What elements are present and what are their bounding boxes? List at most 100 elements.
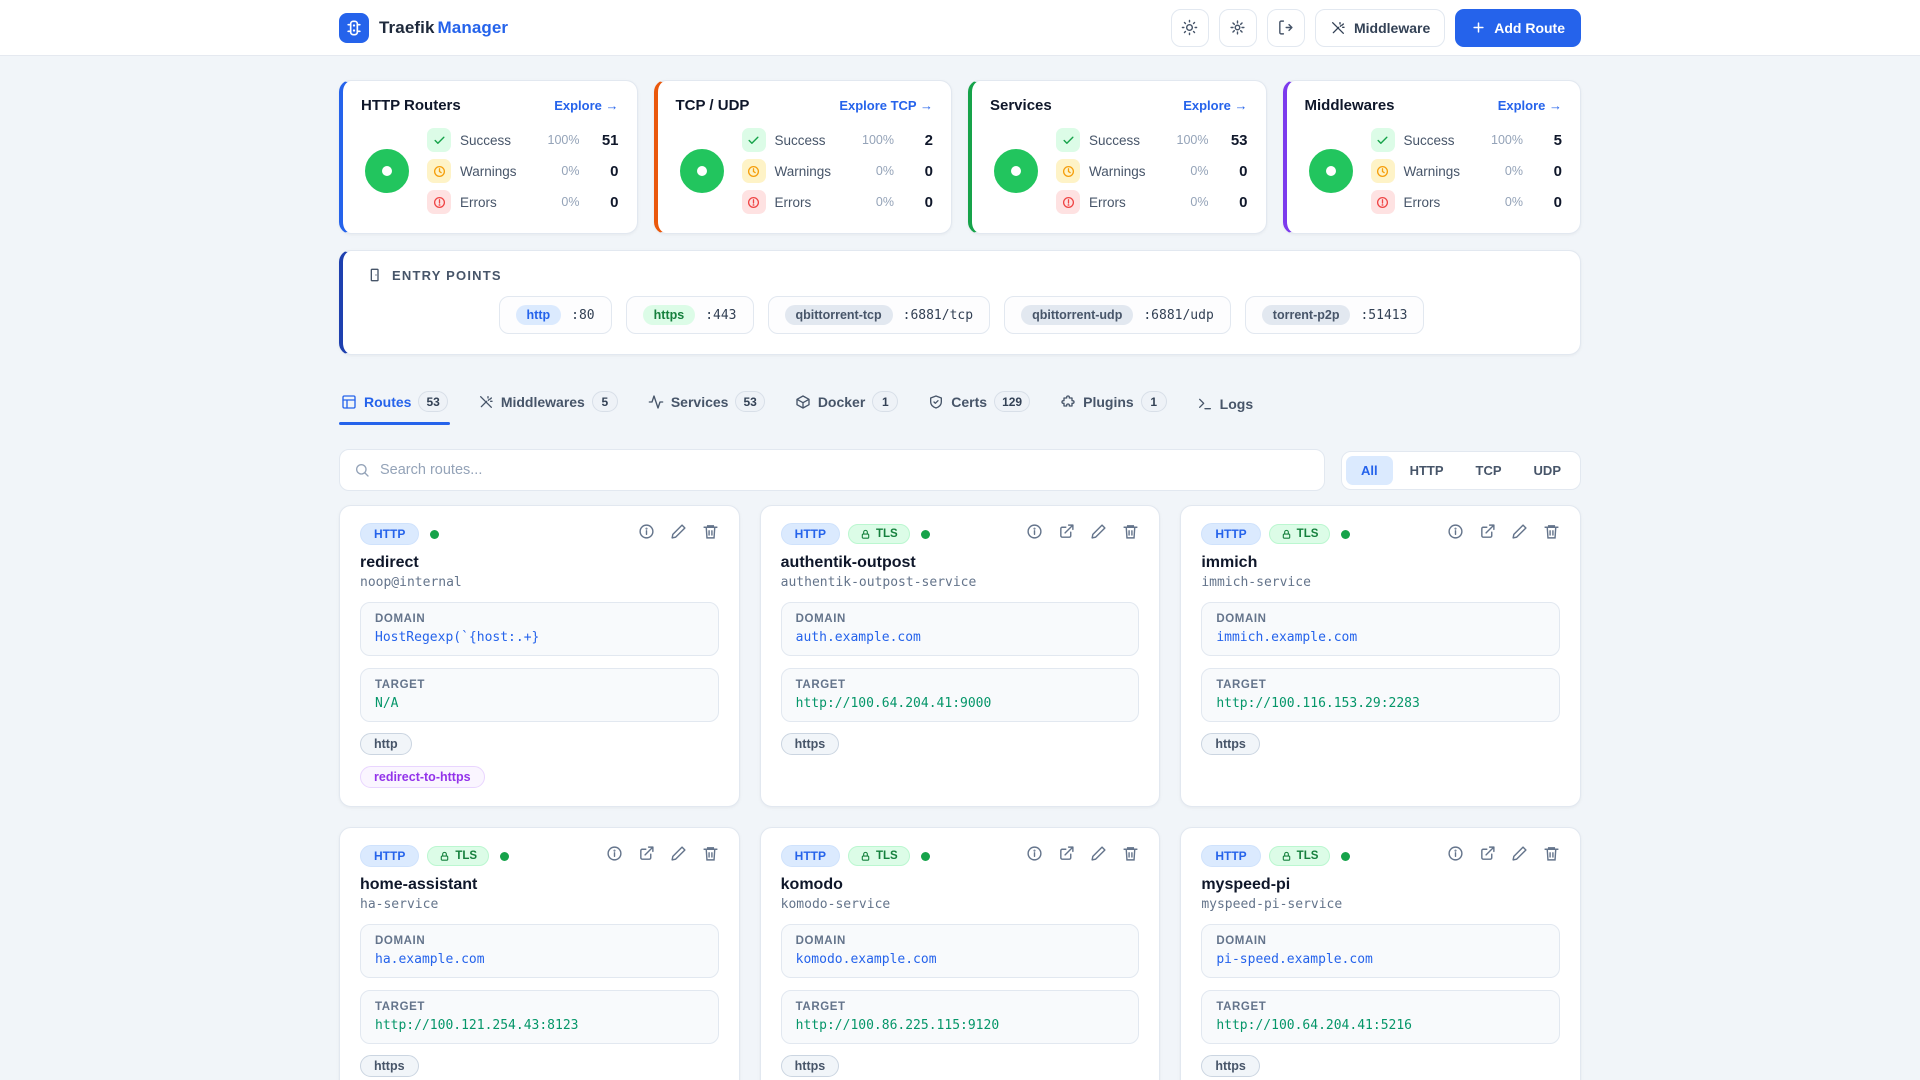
entrypoint-name: qbittorrent-udp [1021,305,1134,325]
edit-button[interactable] [670,523,687,540]
entrypoint-name: http [515,305,562,325]
tab-routes[interactable]: Routes 53 [339,387,450,425]
theme-toggle-button[interactable] [1170,8,1209,47]
edit-button[interactable] [1090,523,1107,540]
info-button[interactable] [606,845,623,862]
info-button[interactable] [1026,845,1043,862]
tab-label: Routes [364,393,412,410]
add-route-button[interactable]: Add Route [1455,8,1581,47]
edit-button[interactable] [1090,845,1107,862]
delete-button[interactable] [1122,845,1139,862]
target-value: http://100.86.225.115:9120 [795,1018,1000,1033]
export-button[interactable] [1266,8,1305,47]
info-button[interactable] [1447,845,1464,862]
success-donut-gauge [1308,149,1353,193]
target-label: TARGET [1216,1001,1267,1013]
domain-label: DOMAIN [375,935,426,947]
target-box: TARGET http://100.64.204.41:9000 [780,668,1140,722]
open-external-button[interactable] [1479,845,1496,862]
delete-button[interactable] [1543,845,1560,862]
entrypoint-tag: https [360,1055,419,1077]
stat-label: Errors [1403,194,1441,210]
check-icon [427,128,451,152]
alert-circle-icon [1370,190,1395,214]
entrypoint-tag: http [360,733,412,755]
tab-logs[interactable]: Logs [1195,392,1255,425]
open-external-button[interactable] [1058,845,1075,862]
delete-button[interactable] [702,523,719,540]
tls-badge-label: TLS [1296,528,1319,540]
target-box: TARGET http://100.116.153.29:2283 [1201,668,1560,722]
lock-icon [1281,851,1292,862]
search-icon [354,462,370,478]
external-link-icon [1479,523,1496,540]
filter-all[interactable]: All [1345,455,1393,485]
tls-badge-label: TLS [455,850,478,862]
tab-plugins[interactable]: Plugins 1 [1058,387,1169,425]
pencil-icon [1090,523,1107,540]
edit-button[interactable] [1511,523,1528,540]
stat-count: 0 [610,162,619,180]
route-card-myspeed-pi: HTTP TLS myspeed-pi myspeed-pi-service D… [1180,827,1581,1080]
brand: Traefik Manager [339,12,508,43]
package-icon [795,394,811,410]
delete-button[interactable] [1543,523,1560,540]
edit-button[interactable] [670,845,687,862]
stat-row-errors: Errors 0% 0 [741,190,933,214]
route-name: myspeed-pi [1201,876,1291,893]
external-link-icon [1058,845,1075,862]
explore-middlewares-link[interactable]: Explore → [1498,98,1562,113]
success-donut-gauge [994,149,1038,193]
filter-http[interactable]: HTTP [1395,456,1459,485]
stat-card-middlewares: Middlewares Explore → Success 100% 5 War… [1282,80,1581,234]
info-icon [1447,845,1464,862]
explore-tcp-link[interactable]: Explore TCP → [839,98,933,113]
stat-count: 5 [1553,131,1562,149]
open-external-button[interactable] [1058,523,1075,540]
plus-icon [1471,20,1486,35]
stat-row-success: Success 100% 53 [1056,128,1248,152]
settings-button[interactable] [1218,8,1257,47]
entrypoint-tag: https [780,733,840,755]
entrypoint-badge-https[interactable]: https :443 [625,296,754,334]
tab-count: 53 [418,391,448,412]
tab-count: 53 [735,391,765,412]
tab-services[interactable]: Services 53 [646,387,767,425]
middleware-button[interactable]: Middleware [1314,8,1446,47]
traefik-logo-icon [339,12,369,43]
stat-label: Success [1089,132,1141,148]
entrypoint-badge-http[interactable]: http :80 [498,296,612,334]
explore-services-link[interactable]: Explore → [1183,98,1247,113]
search-input[interactable] [380,462,1310,478]
entrypoint-badge-qbittorrent-udp[interactable]: qbittorrent-udp :6881/udp [1004,296,1231,334]
explore-http-link[interactable]: Explore → [554,98,618,113]
tab-middlewares[interactable]: Middlewares 5 [476,387,620,425]
target-label: TARGET [375,1001,426,1013]
filter-udp[interactable]: UDP [1519,456,1576,485]
delete-button[interactable] [1122,523,1139,540]
stat-pct: 0% [875,164,894,178]
filter-tcp[interactable]: TCP [1461,456,1517,485]
tab-docker[interactable]: Docker 1 [793,387,900,425]
entrypoint-badge-qbittorrent-tcp[interactable]: qbittorrent-tcp :6881/tcp [767,296,991,334]
domain-label: DOMAIN [1216,613,1267,625]
info-icon [1026,845,1043,862]
stat-row-warnings: Warnings 0% 0 [741,159,933,183]
entrypoint-tag: https [1201,733,1260,755]
entrypoint-badge-torrent-p2p[interactable]: torrent-p2p :51413 [1244,296,1425,334]
stat-count: 0 [924,193,933,211]
stat-pct: 0% [1504,195,1523,209]
info-button[interactable] [638,523,655,540]
delete-button[interactable] [702,845,719,862]
entrypoint-port: :51413 [1360,307,1408,323]
success-donut-gauge [365,149,409,193]
open-external-button[interactable] [1479,523,1496,540]
app-title: Traefik Manager [379,18,508,38]
edit-button[interactable] [1511,845,1528,862]
info-button[interactable] [1026,523,1043,540]
domain-value: komodo.example.com [795,952,937,967]
info-icon [638,523,655,540]
open-external-button[interactable] [638,845,655,862]
tab-certs[interactable]: Certs 129 [926,387,1032,425]
info-button[interactable] [1447,523,1464,540]
